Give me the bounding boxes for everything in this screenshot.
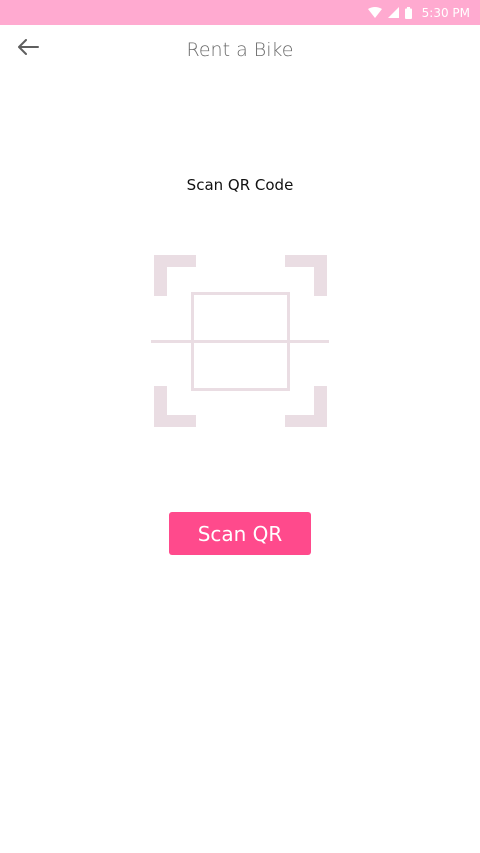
- status-bar: 5:30 PM: [0, 0, 480, 25]
- wifi-icon: [367, 7, 382, 18]
- battery-icon: [404, 6, 412, 19]
- signal-icon: [387, 7, 399, 18]
- status-time: 5:30 PM: [421, 5, 470, 20]
- scan-qr-button[interactable]: Scan QR: [169, 512, 311, 555]
- status-icons: 5:30 PM: [367, 0, 470, 25]
- app-bar: Rent a Bike: [0, 25, 480, 81]
- qr-scan-frame-icon: [151, 255, 329, 428]
- page-title: Rent a Bike: [186, 39, 294, 61]
- scan-heading: Scan QR Code: [186, 176, 294, 194]
